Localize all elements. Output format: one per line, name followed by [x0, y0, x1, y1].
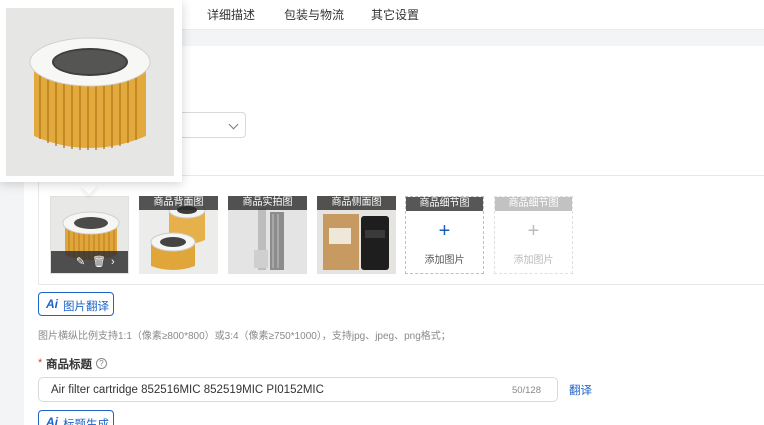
edit-icon[interactable]: ✎ [76, 255, 85, 269]
title-generate-label: 标题生成 [63, 419, 109, 425]
thumbnail-label: 商品背面图 [139, 196, 218, 210]
thumbnail-label: 商品侧面图 [317, 196, 396, 210]
product-title-input[interactable]: Air filter cartridge 852516MIC 852519MIC… [38, 377, 558, 402]
plus-icon: + [527, 220, 540, 242]
back-image-thumbnail[interactable]: 商品背面图 [139, 196, 218, 274]
required-asterisk: * [38, 357, 43, 369]
add-image-label: 添加图片 [424, 255, 465, 266]
tab-other-settings[interactable]: 其它设置 [371, 6, 419, 23]
preview-image [6, 8, 174, 176]
trash-icon[interactable]: 🗑 [92, 255, 106, 269]
tab-detail-description[interactable]: 详细描述 [207, 6, 255, 23]
add-detail-image-button[interactable]: 商品细节图 + 添加图片 [405, 196, 484, 274]
main-image-thumbnail[interactable]: ✎ 🗑 › [50, 196, 129, 274]
side-image-thumbnail[interactable]: 商品侧面图 [317, 196, 396, 274]
air-filter-large-image [6, 8, 174, 176]
add-image-label: 添加图片 [513, 255, 554, 266]
add-detail-image-button-disabled[interactable]: 商品细节图 + 添加图片 [494, 196, 573, 274]
image-preview-popover [0, 0, 182, 182]
image-spec-hint: 图片横纵比例支持1:1（像素≥800*800）或3:4（像素≥750*1000）… [38, 331, 451, 342]
thumbnail-label: 商品细节图 [495, 197, 572, 211]
help-icon[interactable]: ? [96, 358, 107, 369]
real-photo-thumbnail[interactable]: 商品实拍图 [228, 196, 307, 274]
thumbnail-action-bar: ✎ 🗑 › [51, 251, 128, 273]
chevron-right-icon[interactable]: › [111, 255, 115, 269]
product-title-value: Air filter cartridge 852516MIC 852519MIC… [51, 384, 324, 396]
tab-packaging-logistics[interactable]: 包装与物流 [284, 6, 344, 23]
image-translate-label: 图片翻译 [63, 301, 109, 313]
thumbnail-label: 商品实拍图 [228, 196, 307, 210]
plus-icon: + [438, 220, 451, 242]
thumbnail-label: 商品细节图 [406, 197, 483, 211]
image-translate-button[interactable]: Ai 图片翻译 [38, 292, 114, 316]
chevron-down-icon [228, 119, 239, 130]
title-field-label: 商品标题 [46, 359, 92, 371]
title-generate-button[interactable]: Ai 标题生成 [38, 410, 114, 425]
translate-link[interactable]: 翻译 [569, 382, 592, 398]
ai-icon: Ai [46, 415, 58, 425]
ai-icon: Ai [46, 297, 58, 311]
char-counter: 50/128 [511, 385, 541, 396]
